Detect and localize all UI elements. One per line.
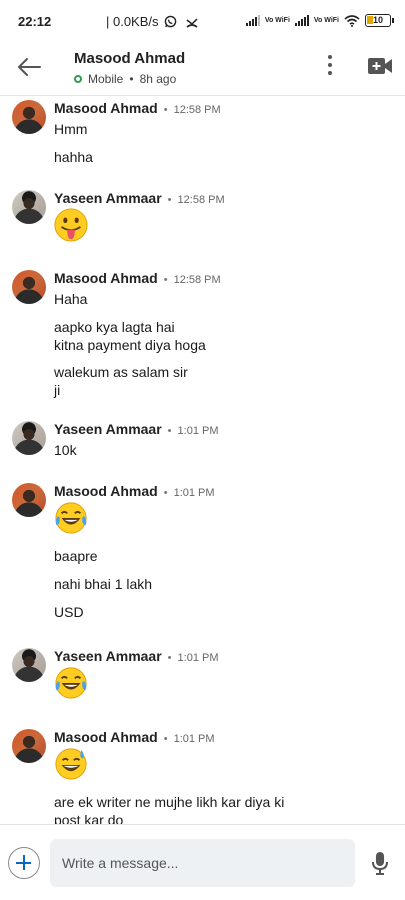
battery-level: 10 <box>372 15 383 25</box>
message-text: ji <box>54 382 61 398</box>
avatar[interactable] <box>12 100 46 134</box>
message-text: 10k <box>54 442 77 458</box>
message-time: 1:01 PM <box>173 487 215 499</box>
vowifi-label: Vo WiFi <box>313 17 339 24</box>
back-arrow-icon[interactable] <box>16 55 42 79</box>
avatar[interactable] <box>12 190 46 224</box>
message-time: 12:58 PM <box>177 194 225 206</box>
status-left: | 0.0KB/s <box>106 14 199 29</box>
sender-name[interactable]: Masood Ahmad <box>54 729 158 745</box>
message-thread[interactable]: Masood Ahmad • 12:58 PM Hmm hahha Yaseen… <box>0 96 405 824</box>
message-time: 1:01 PM <box>177 652 219 664</box>
separator-dot: • <box>129 72 134 86</box>
separator-dot: • <box>163 104 168 116</box>
battery-icon: 10 <box>365 14 394 27</box>
message-text: USD <box>54 604 84 620</box>
more-vertical-icon[interactable] <box>326 55 334 79</box>
sender-name[interactable]: Yaseen Ammaar <box>54 421 162 437</box>
message-text: walekum as salam sir <box>54 364 188 380</box>
message-text: post kar do <box>54 812 124 824</box>
tears-of-joy-emoji-icon <box>55 667 87 699</box>
avatar[interactable] <box>12 729 46 763</box>
online-status-icon <box>74 75 82 83</box>
contact-name[interactable]: Masood Ahmad <box>74 50 185 67</box>
separator-dot: • <box>163 274 168 286</box>
message-header: Yaseen Ammaar • 1:01 PM <box>54 648 219 664</box>
tears-of-joy-emoji-icon <box>55 502 87 534</box>
message-header: Yaseen Ammaar • 1:01 PM <box>54 421 219 437</box>
last-seen: 8h ago <box>139 72 177 86</box>
message-text: hahha <box>54 149 93 165</box>
message-time: 1:01 PM <box>173 733 215 745</box>
grinning-sweat-emoji-icon <box>55 748 87 780</box>
missed-call-icon <box>186 18 198 28</box>
message-time: 12:58 PM <box>173 274 221 286</box>
avatar[interactable] <box>12 270 46 304</box>
message-text: kitna payment diya hoga <box>54 337 206 353</box>
signal-icon <box>245 15 260 26</box>
presence-device: Mobile <box>88 72 124 86</box>
message-time: 12:58 PM <box>173 104 221 116</box>
video-call-icon[interactable] <box>368 57 392 75</box>
sender-name[interactable]: Yaseen Ammaar <box>54 648 162 664</box>
message-text: baapre <box>54 548 98 564</box>
signal-icon <box>294 15 309 26</box>
microphone-icon[interactable] <box>370 851 390 875</box>
conversation-header: Masood Ahmad Mobile • 8h ago <box>0 38 405 96</box>
sender-name[interactable]: Yaseen Ammaar <box>54 190 162 206</box>
message-header: Yaseen Ammaar • 12:58 PM <box>54 190 225 206</box>
avatar[interactable] <box>12 483 46 517</box>
sender-name[interactable]: Masood Ahmad <box>54 483 158 499</box>
status-right: Vo WiFi Vo WiFi 10 <box>245 14 394 27</box>
message-composer <box>0 824 405 900</box>
message-header: Masood Ahmad • 12:58 PM <box>54 270 221 286</box>
message-text: nahi bhai 1 lakh <box>54 576 153 592</box>
add-icon[interactable] <box>8 847 40 879</box>
whatsapp-icon <box>164 15 177 28</box>
message-text: are ek writer ne mujhe likh kar diya ki <box>54 794 285 810</box>
status-time: 22:12 <box>18 14 52 29</box>
tongue-out-emoji-icon <box>54 208 88 242</box>
message-header: Masood Ahmad • 1:01 PM <box>54 729 215 745</box>
separator-dot: • <box>163 487 168 499</box>
separator-dot: • <box>167 652 172 664</box>
vowifi-label: Vo WiFi <box>264 17 290 24</box>
sender-name[interactable]: Masood Ahmad <box>54 100 158 116</box>
separator-dot: • <box>167 425 172 437</box>
presence-status: Mobile • 8h ago <box>74 72 176 86</box>
message-time: 1:01 PM <box>177 425 219 437</box>
message-text: Hmm <box>54 121 88 137</box>
message-header: Masood Ahmad • 12:58 PM <box>54 100 221 116</box>
message-text: aapko kya lagta hai <box>54 319 175 335</box>
message-input[interactable] <box>50 839 355 887</box>
message-header: Masood Ahmad • 1:01 PM <box>54 483 215 499</box>
separator-dot: • <box>167 194 172 206</box>
message-text: Haha <box>54 291 88 307</box>
avatar[interactable] <box>12 648 46 682</box>
avatar[interactable] <box>12 421 46 455</box>
sender-name[interactable]: Masood Ahmad <box>54 270 158 286</box>
network-speed: | 0.0KB/s <box>106 14 159 29</box>
wifi-icon <box>344 14 360 27</box>
separator-dot: • <box>163 733 168 745</box>
